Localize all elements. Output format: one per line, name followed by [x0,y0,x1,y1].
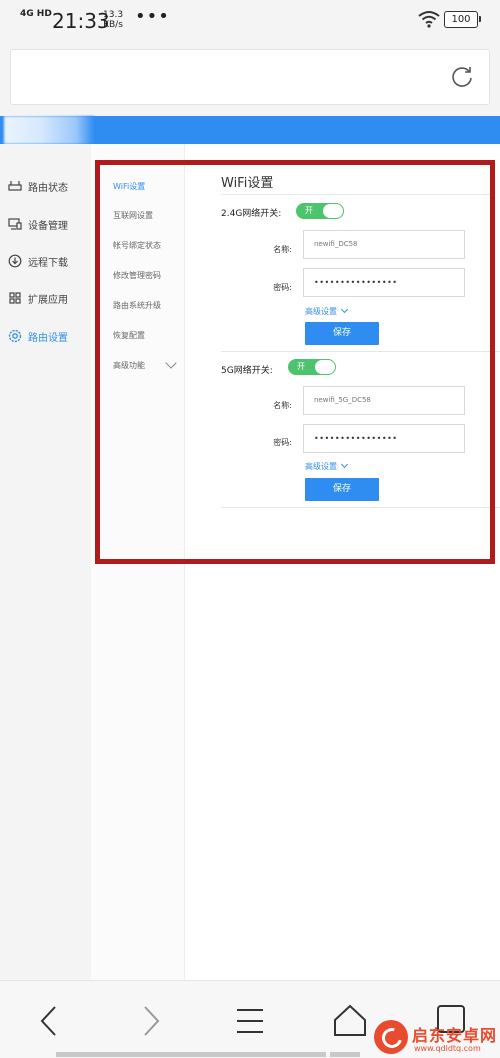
signal-indicator: 4G HD [20,9,52,19]
network-speed: 13.3 KB/s [103,10,124,30]
sidebar-item-label: 远程下载 [28,257,68,269]
sidebar-item-label: 路由设置 [28,332,68,344]
forward-icon[interactable] [130,1001,170,1041]
section-divider [221,507,500,508]
band-24-advanced-link[interactable]: 高级设置 [305,305,349,317]
band-5-save-button[interactable]: 保存 [305,478,379,501]
band-5-name-label: 名称: [273,401,292,410]
page-title: WiFi设置 [221,176,274,191]
sidebar-item-router-status[interactable]: 路由状态 [8,176,68,196]
sidebar-item-remote-download[interactable]: 远程下载 [8,251,68,271]
device-icon [8,217,22,231]
sidebar-item-device-management[interactable]: 设备管理 [8,214,68,234]
blurred-logo [4,116,94,144]
gear-icon [8,329,22,343]
address-bar[interactable] [10,49,490,105]
subnav-item-internet[interactable]: 互联网设置 [113,210,153,221]
band-5-password-input[interactable]: •••••••••••••••• [303,424,465,453]
band-24-password-input[interactable]: •••••••••••••••• [303,268,465,297]
menu-icon[interactable] [230,1001,270,1041]
watermark-logo: 启东安卓网 www.qdldtq.com [374,1020,500,1057]
band-5-password-label: 密码: [273,438,292,447]
toggle-knob [315,360,335,374]
band-24-name-label: 名称: [273,245,292,254]
band-24-save-button[interactable]: 保存 [305,322,379,345]
divider [221,194,491,195]
subnav-item-admin-password[interactable]: 修改管理密码 [113,270,161,281]
watermark-logo-icon [374,1020,408,1054]
band-24-password-label: 密码: [273,283,292,292]
sidebar-item-router-settings[interactable]: 路由设置 [8,326,68,346]
chevron-down-icon [165,357,177,369]
toggle-knob [323,204,343,218]
band-5-toggle[interactable]: 开 [288,359,336,375]
back-icon[interactable] [30,1001,70,1041]
sidebar-item-label: 设备管理 [28,220,68,232]
browser-address-area [0,40,500,116]
battery-icon: 100 [444,11,481,28]
subnav-item-advanced[interactable]: 高级功能 [113,360,145,371]
status-bar: 4G HD 21:33 13.3 KB/s ••• 100 [0,0,500,40]
sidebar-item-label: 扩展应用 [28,294,68,306]
chevron-down-icon [340,305,349,314]
watermark-name: 启东安卓网 [412,1026,498,1045]
clock: 21:33 [52,9,110,33]
wifi-settings-panel: WiFi设置 2.4G网络开关: 开 名称: newifi_DC58 密码: •… [185,144,500,980]
apps-grid-icon [8,291,22,305]
watermark-url: www.qdldtq.com [414,1044,481,1053]
main-sidebar: 路由状态 设备管理 远程下载 扩展应用 路由设置 [0,144,91,980]
download-icon [8,254,22,268]
band-5-switch-label: 5G网络开关: [221,366,273,376]
refresh-icon[interactable] [449,64,475,90]
more-notifications-icon: ••• [135,6,170,27]
subnav-item-system-upgrade[interactable]: 路由系统升级 [113,300,161,311]
router-header-bar [0,116,500,144]
gesture-bar [56,1052,326,1057]
band-5-advanced-link[interactable]: 高级设置 [305,460,349,472]
gesture-bar-segment [330,1052,360,1057]
subnav-item-account-binding[interactable]: 帐号绑定状态 [113,240,161,251]
band-24-ssid-input[interactable]: newifi_DC58 [303,230,465,259]
band-5-ssid-input[interactable]: newifi_5G_DC58 [303,386,465,415]
settings-subnav: WiFi设置 互联网设置 帐号绑定状态 修改管理密码 路由系统升级 恢复配置 高… [91,144,185,980]
subnav-item-wifi[interactable]: WiFi设置 [113,181,145,192]
home-icon[interactable] [330,1001,370,1041]
sidebar-item-extensions[interactable]: 扩展应用 [8,288,68,308]
wifi-icon [418,11,440,28]
router-icon [8,179,22,193]
section-divider [221,351,500,352]
band-24-switch-label: 2.4G网络开关: [221,209,282,219]
chevron-down-icon [340,460,349,469]
sidebar-item-label: 路由状态 [28,182,68,194]
subnav-item-restore-config[interactable]: 恢复配置 [113,330,145,341]
band-24-toggle[interactable]: 开 [296,203,344,219]
